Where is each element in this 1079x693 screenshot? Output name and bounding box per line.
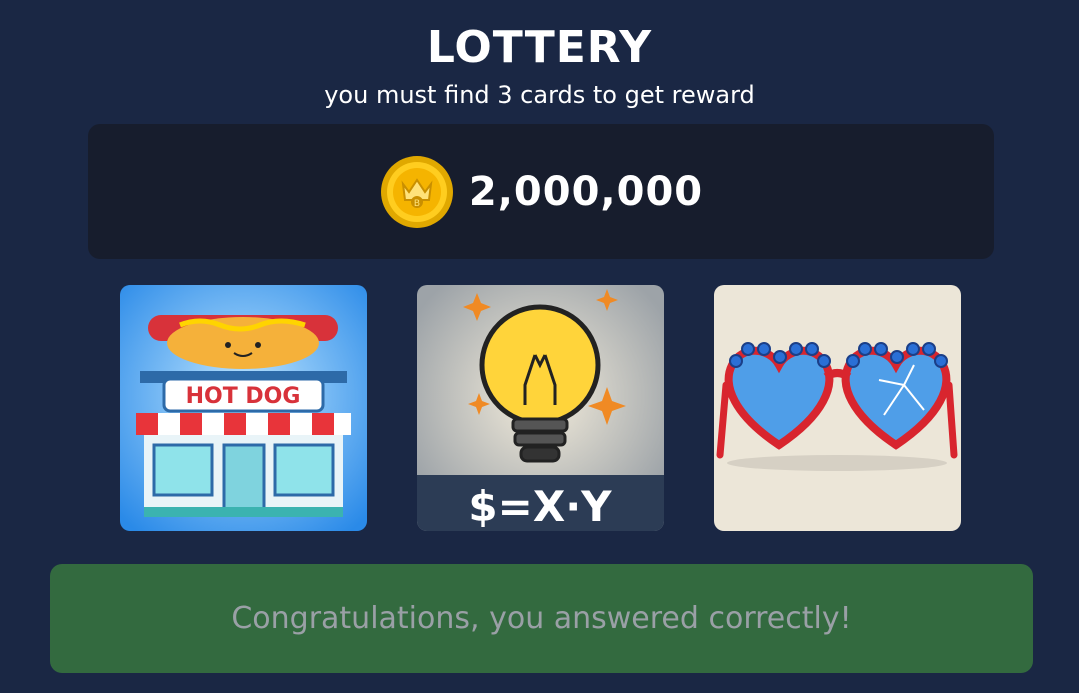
formula-text: $=X·Y	[468, 482, 612, 531]
reward-panel: B 2,000,000	[88, 124, 994, 259]
hot-dog-card[interactable]: HOT DOG	[120, 285, 367, 531]
reward-amount: 2,000,000	[468, 168, 704, 215]
result-banner: Congratulations, you answered correctly!	[50, 564, 1033, 673]
page-subtitle: you must find 3 cards to get reward	[324, 81, 755, 109]
lightbulb-formula-card[interactable]: $=X·Y	[417, 285, 664, 531]
hot-dog-sign-text: HOT DOG	[186, 384, 301, 409]
gold-coin-icon: B	[380, 155, 453, 228]
page-title: LOTTERY	[426, 22, 653, 73]
svg-text:B: B	[414, 199, 420, 209]
heart-sunglasses-card[interactable]	[714, 285, 961, 531]
